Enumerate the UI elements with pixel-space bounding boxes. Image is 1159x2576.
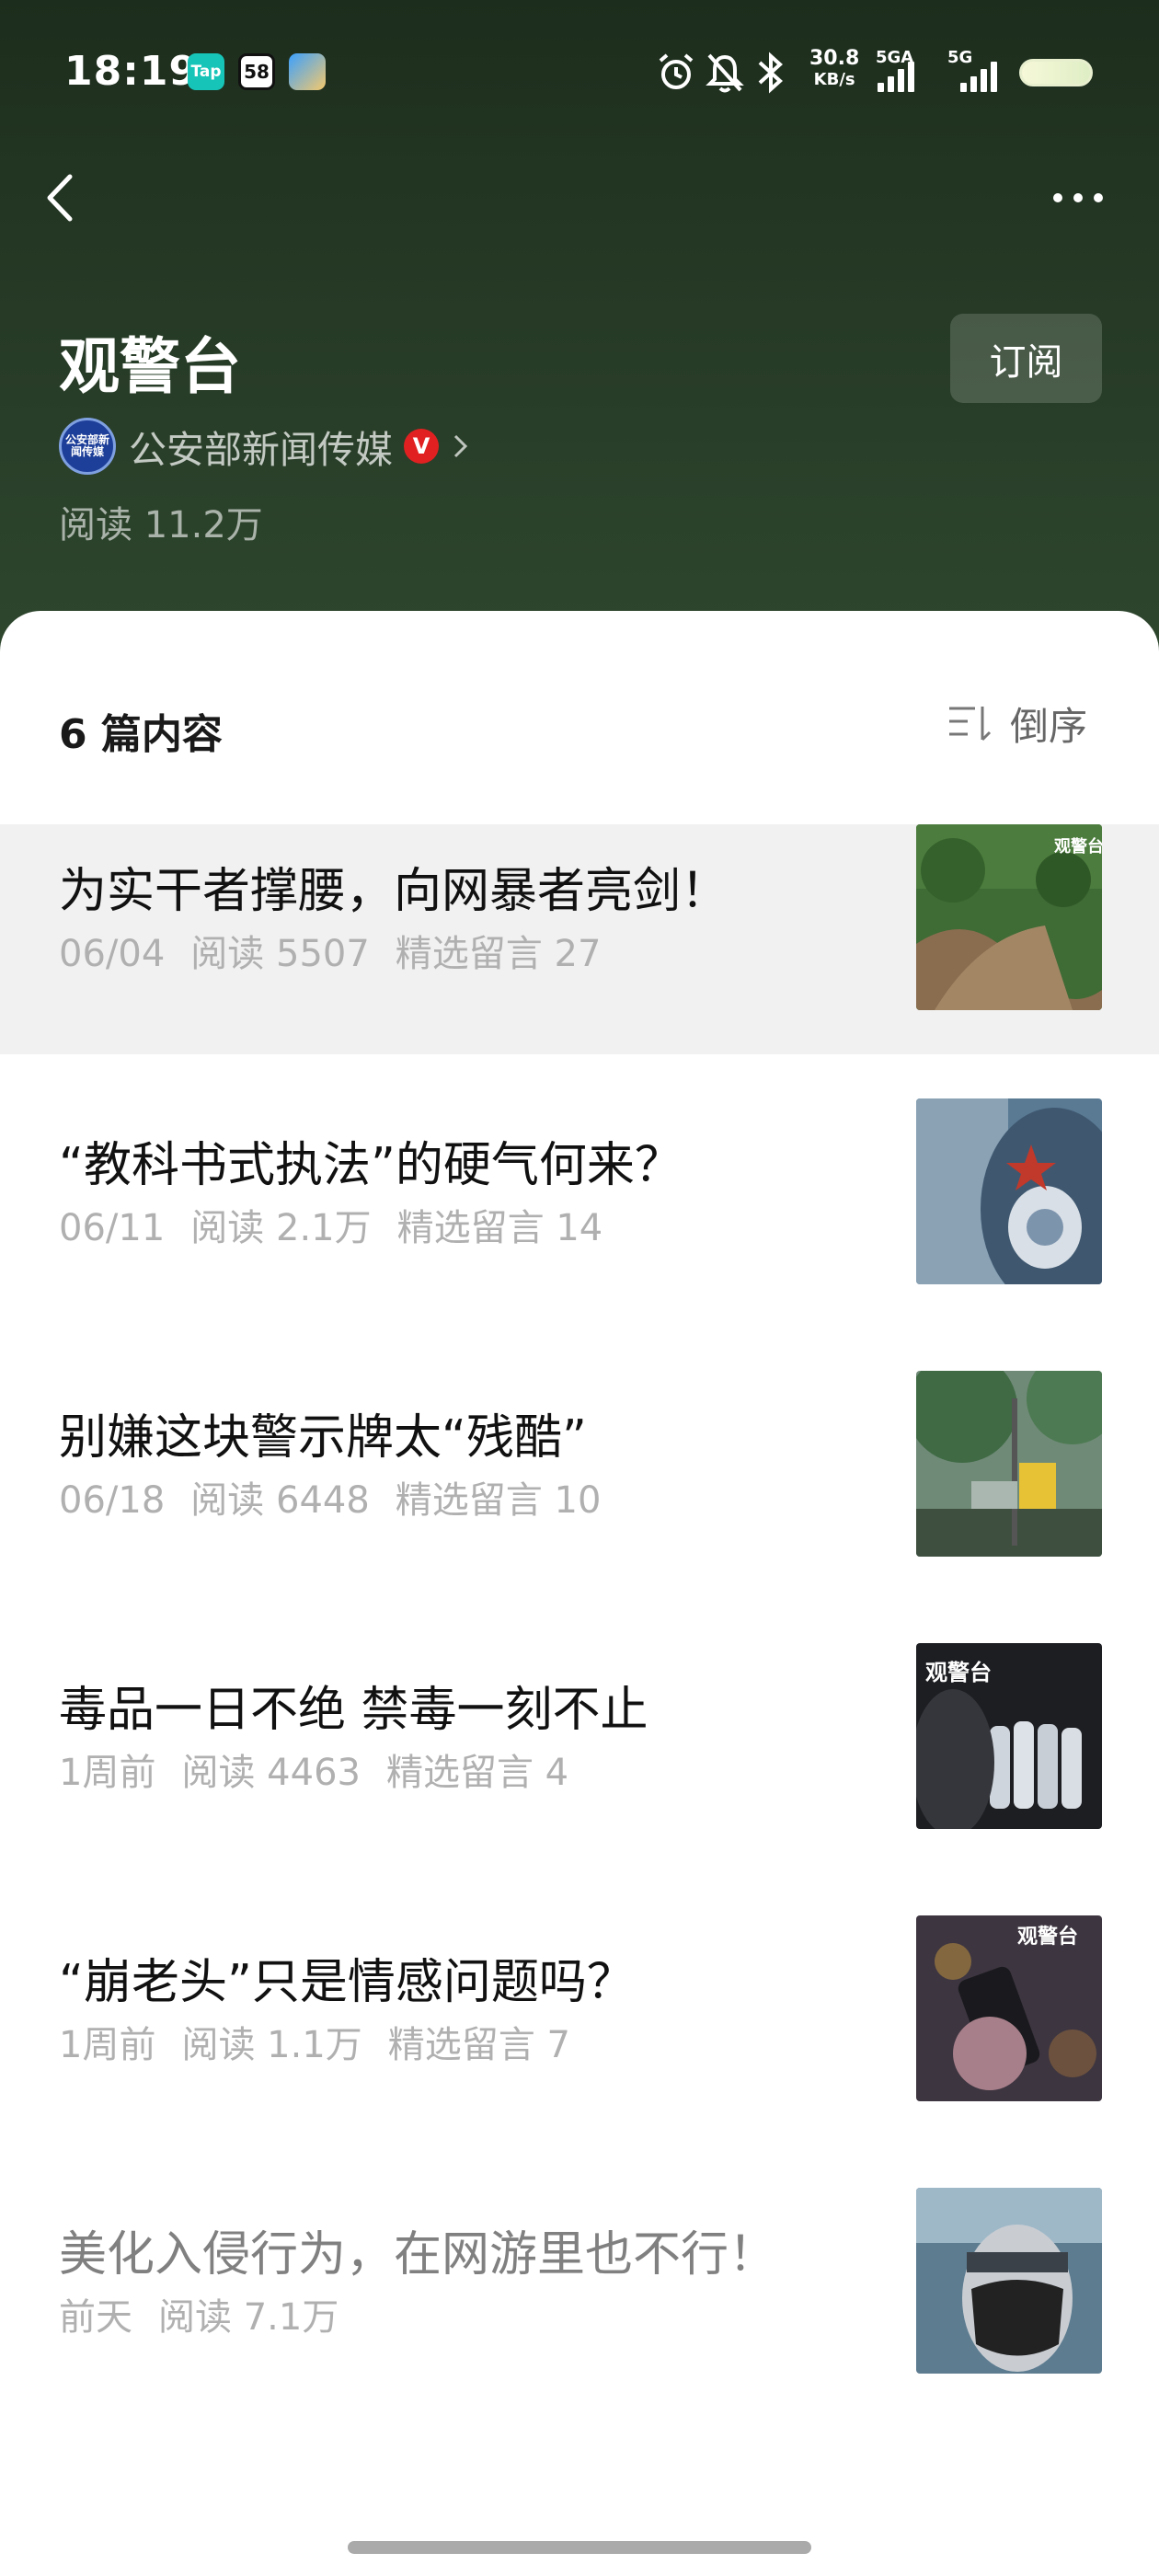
sim1-signal-icon [878,59,914,92]
article-reads: 阅读 2.1万 [190,1207,372,1249]
svg-text:观警台: 观警台 [1017,1925,1078,1949]
total-read-count: 阅读 11.2万 [59,504,263,546]
home-indicator[interactable] [348,2541,811,2554]
article-item[interactable]: 毒品一日不绝 禁毒一刻不止 1周前 阅读 4463 精选留言 4 观警台 [0,1643,1159,1873]
notification-app-icon [289,53,326,90]
network-speed: 30.8 KB/s [809,48,859,90]
article-reads: 阅读 5507 [190,933,370,975]
article-title: 为实干者撑腰，向网暴者亮剑！ [59,864,729,919]
article-title: 美化入侵行为，在网游里也不行！ [59,2227,777,2283]
article-date: 1周前 [59,2024,156,2066]
article-list-sheet: 6 篇内容 倒序 为实干者撑腰，向网暴者亮剑！ 06/04 阅读 5507 精选留言… [0,611,1159,2576]
article-date: 06/18 [59,1479,166,1522]
58-app-icon: 58 [238,53,275,90]
net-speed-value: 30.8 [809,47,860,70]
article-meta: 1周前 阅读 4463 精选留言 4 [59,1742,594,1796]
svg-text:观警台: 观警台 [1054,836,1102,857]
net-speed-unit: KB/s [813,70,855,89]
sort-order-icon [949,707,992,742]
article-title: 别嫌这块警示牌太“残酷” [59,1410,587,1466]
author-link[interactable]: 公安部新闻传媒 公安部新闻传媒 V [59,414,470,478]
article-comments: 精选留言 7 [387,2024,570,2066]
sort-button[interactable]: 倒序 [947,696,1087,751]
page-title: 观警台 [59,331,241,402]
verified-badge: V [404,429,439,464]
article-item[interactable]: “崩老头”只是情感问题吗？ 1周前 阅读 1.1万 精选留言 7 观警台 [0,1915,1159,2145]
battery-icon [1019,59,1093,86]
article-comments: 精选留言 4 [385,1752,569,1794]
subscribe-button[interactable]: 订阅 [950,314,1102,403]
article-item[interactable]: 为实干者撑腰，向网暴者亮剑！ 06/04 阅读 5507 精选留言 27 观警台 [0,824,1159,1054]
article-meta: 1周前 阅读 1.1万 精选留言 7 [59,2015,596,2068]
svg-text:观警台: 观警台 [925,1660,992,1685]
article-date: 前天 [59,2296,132,2339]
taptap-app-icon: Tap [188,53,224,90]
article-thumbnail [916,2188,1102,2374]
article-thumbnail: 观警台 [916,1915,1102,2101]
article-comments: 精选留言 27 [395,933,602,975]
article-thumbnail [916,1371,1102,1557]
article-meta: 06/18 阅读 6448 精选留言 10 [59,1470,626,1524]
sort-label: 倒序 [1010,703,1088,749]
author-name: 公安部新闻传媒 [129,428,393,472]
article-meta: 前天 阅读 7.1万 [59,2287,364,2340]
alarm-icon [659,53,694,89]
article-title: “崩老头”只是情感问题吗？ [59,1955,635,2010]
article-meta: 06/11 阅读 2.1万 精选留言 14 [59,1198,628,1251]
bluetooth-icon [758,52,783,94]
author-avatar: 公安部新闻传媒 [59,418,116,475]
status-bar: 18:19 Tap 58 30.8 KB/s 5GA 5G [0,0,1159,138]
article-count: 6 篇内容 [59,711,223,758]
article-comments: 精选留言 10 [395,1479,602,1522]
status-time: 18:19 [64,48,199,95]
chevron-right-icon [453,434,468,458]
article-comments: 精选留言 14 [396,1207,603,1249]
article-thumbnail: 观警台 [916,824,1102,1010]
more-options-icon[interactable] [1039,179,1122,216]
article-title: 毒品一日不绝 禁毒一刻不止 [59,1683,648,1738]
article-thumbnail [916,1098,1102,1284]
article-reads: 阅读 6448 [190,1479,370,1522]
article-meta: 06/04 阅读 5507 精选留言 27 [59,924,626,977]
article-item[interactable]: “教科书式执法”的硬气何来？ 06/11 阅读 2.1万 精选留言 14 [0,1098,1159,1328]
sim2-signal-icon [960,59,997,92]
article-date: 1周前 [59,1752,156,1794]
mute-bell-icon [706,53,744,93]
article-reads: 阅读 4463 [181,1752,361,1794]
article-date: 06/04 [59,933,166,975]
article-date: 06/11 [59,1207,166,1249]
article-title: “教科书式执法”的硬气何来？ [59,1138,683,1193]
article-item[interactable]: 别嫌这块警示牌太“残酷” 06/18 阅读 6448 精选留言 10 [0,1371,1159,1601]
article-reads: 阅读 1.1万 [181,2024,362,2066]
article-thumbnail: 观警台 [916,1643,1102,1829]
back-icon[interactable] [37,166,92,230]
article-item[interactable]: 美化入侵行为，在网游里也不行！ 前天 阅读 7.1万 [0,2188,1159,2418]
article-reads: 阅读 7.1万 [158,2296,339,2339]
